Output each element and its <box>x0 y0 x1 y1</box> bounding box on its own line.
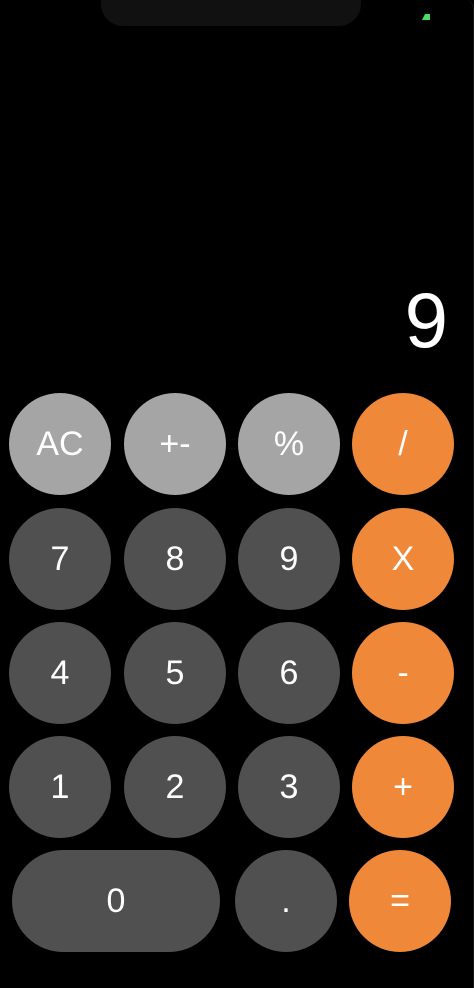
digit-7-button[interactable]: 7 <box>9 508 111 610</box>
result-display: 9 <box>404 276 448 364</box>
calculator-screen: 9 AC +- % / 7 8 9 X 4 5 6 - 1 2 3 + 0 . … <box>0 0 474 988</box>
divide-button[interactable]: / <box>352 393 454 495</box>
digit-1-button[interactable]: 1 <box>9 736 111 838</box>
decimal-button[interactable]: . <box>235 850 337 952</box>
digit-9-button[interactable]: 9 <box>238 508 340 610</box>
battery-icon <box>422 14 430 20</box>
multiply-button[interactable]: X <box>352 508 454 610</box>
plus-minus-button[interactable]: +- <box>124 393 226 495</box>
percent-button[interactable]: % <box>238 393 340 495</box>
clear-button[interactable]: AC <box>9 393 111 495</box>
device-notch <box>101 0 361 26</box>
add-button[interactable]: + <box>352 736 454 838</box>
digit-2-button[interactable]: 2 <box>124 736 226 838</box>
digit-4-button[interactable]: 4 <box>9 622 111 724</box>
digit-3-button[interactable]: 3 <box>238 736 340 838</box>
device-edge <box>465 0 474 988</box>
subtract-button[interactable]: - <box>352 622 454 724</box>
digit-5-button[interactable]: 5 <box>124 622 226 724</box>
digit-6-button[interactable]: 6 <box>238 622 340 724</box>
digit-8-button[interactable]: 8 <box>124 508 226 610</box>
equals-button[interactable]: = <box>349 850 451 952</box>
digit-0-button[interactable]: 0 <box>12 850 220 952</box>
